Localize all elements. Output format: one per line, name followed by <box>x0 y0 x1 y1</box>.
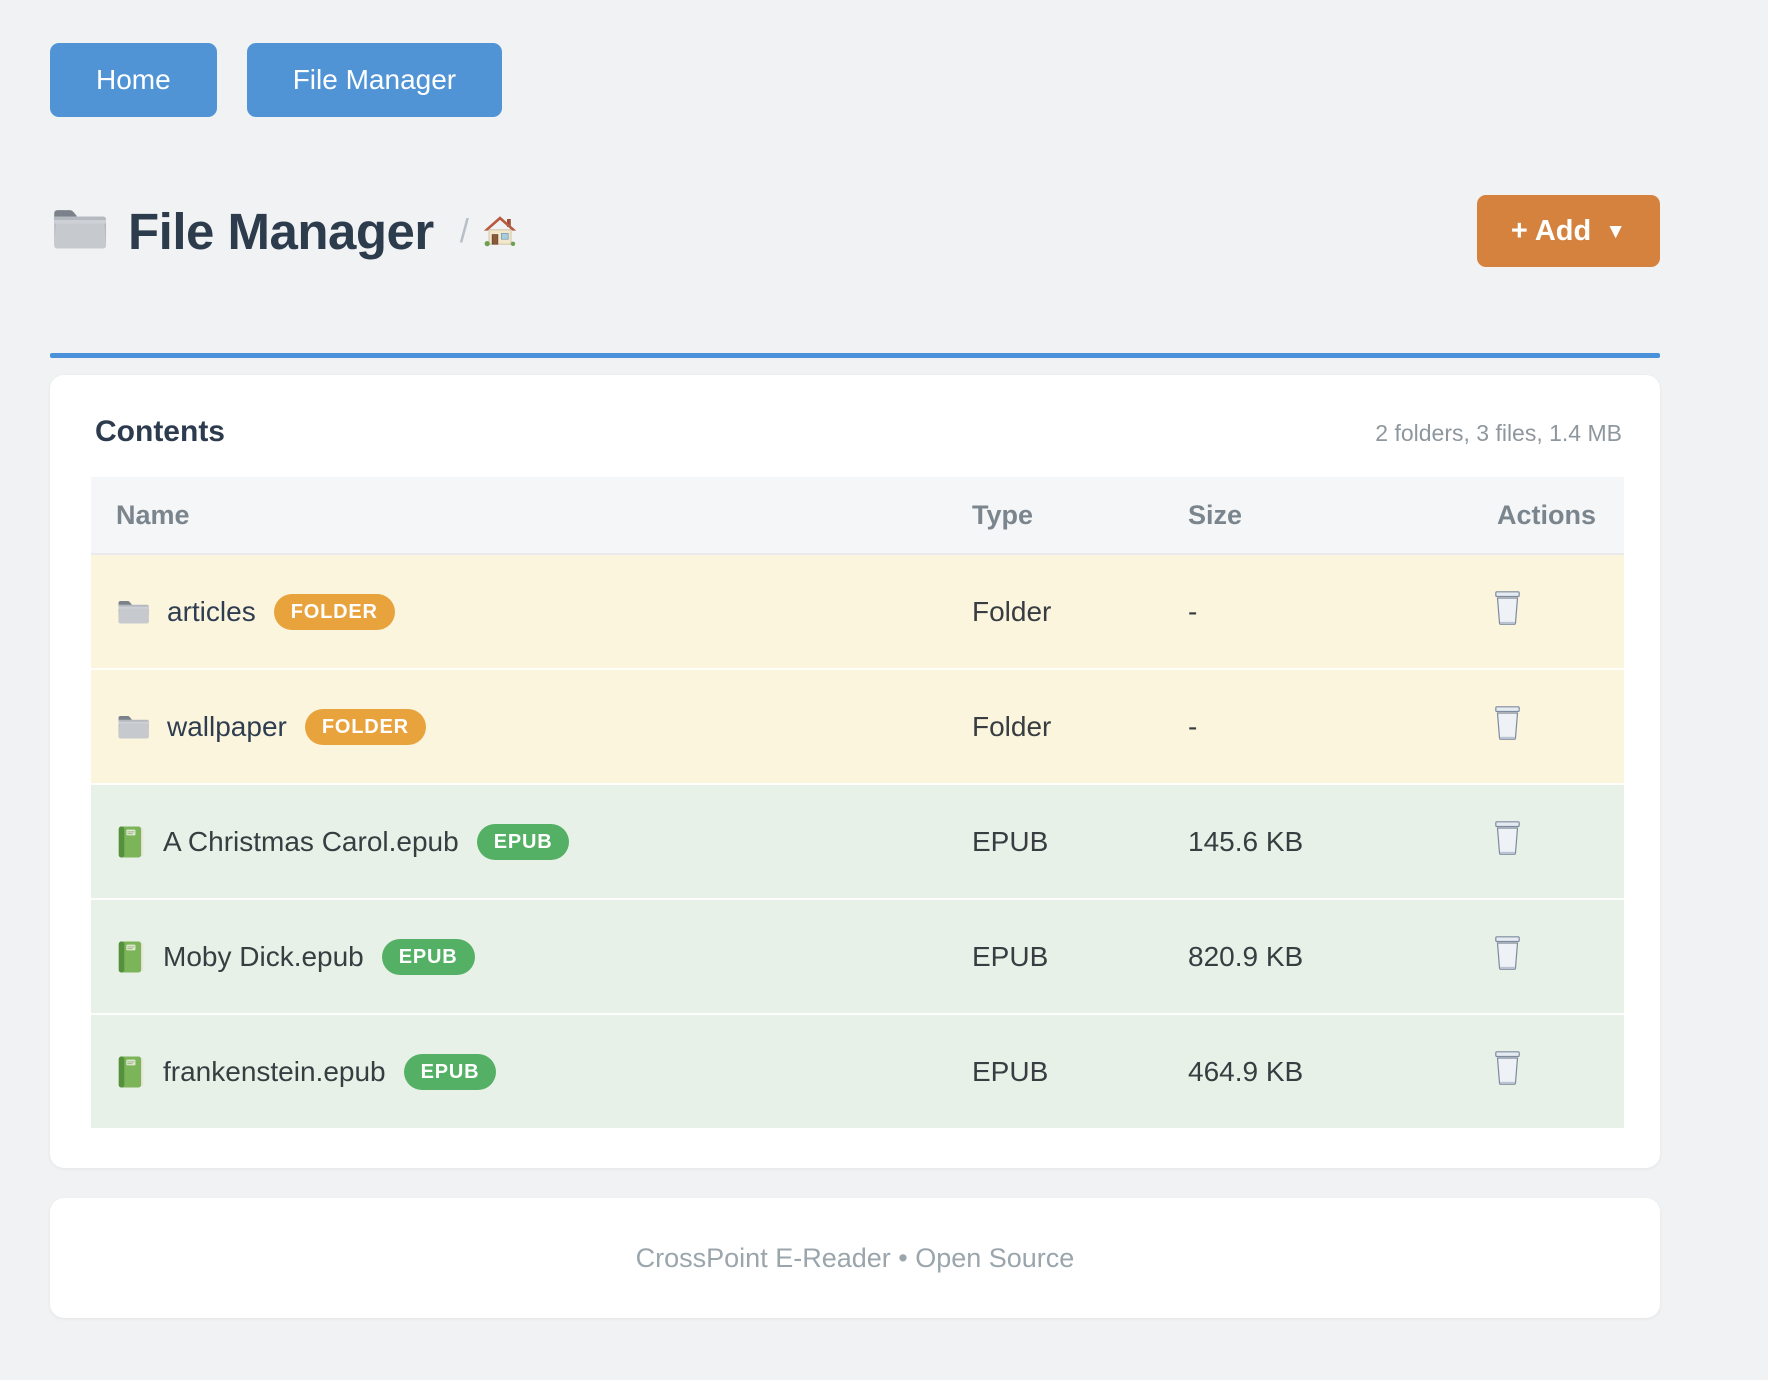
file-table: Name Type Size Actions articles FOLDER Fol… <box>91 477 1624 1128</box>
contents-card: Contents 2 folders, 3 files, 1.4 MB Name… <box>50 375 1660 1168</box>
add-button-label: + Add <box>1511 215 1591 248</box>
file-type: Folder <box>972 554 1188 669</box>
table-row: articles FOLDER Folder- <box>91 554 1624 669</box>
type-badge: EPUB <box>382 939 475 975</box>
footer: CrossPoint E-Reader • Open Source <box>50 1198 1660 1318</box>
table-row: A Christmas Carol.epubEPUBEPUB145.6 KB <box>91 784 1624 899</box>
type-badge: EPUB <box>404 1054 497 1090</box>
col-header-type: Type <box>972 477 1188 554</box>
table-row: Moby Dick.epubEPUBEPUB820.9 KB <box>91 899 1624 1014</box>
col-header-name: Name <box>91 477 972 554</box>
type-badge: FOLDER <box>274 594 395 630</box>
file-type: EPUB <box>972 1014 1188 1128</box>
delete-button[interactable] <box>1492 705 1523 741</box>
trash-icon <box>1492 844 1523 859</box>
file-name-link[interactable]: frankenstein.epub <box>163 1056 386 1088</box>
file-type: EPUB <box>972 899 1188 1014</box>
file-name-link[interactable]: articles <box>167 596 256 628</box>
trash-icon <box>1492 729 1523 744</box>
book-icon <box>116 1055 146 1089</box>
file-size: - <box>1188 554 1460 669</box>
trash-icon <box>1492 614 1523 629</box>
file-name-link[interactable]: Moby Dick.epub <box>163 941 364 973</box>
file-type: Folder <box>972 669 1188 784</box>
trash-icon <box>1492 959 1523 974</box>
delete-button[interactable] <box>1492 1050 1523 1086</box>
top-nav: Home File Manager <box>50 0 1768 117</box>
breadcrumb-separator: / <box>460 212 469 250</box>
file-manager-button[interactable]: File Manager <box>247 43 502 117</box>
delete-button[interactable] <box>1492 590 1523 626</box>
type-badge: EPUB <box>477 824 570 860</box>
footer-text: CrossPoint E-Reader • Open Source <box>636 1243 1075 1274</box>
col-header-actions: Actions <box>1460 477 1624 554</box>
add-button[interactable]: + Add ▼ <box>1477 195 1660 267</box>
folder-icon <box>116 598 150 626</box>
contents-card-header: Contents 2 folders, 3 files, 1.4 MB <box>50 415 1624 477</box>
header-rule <box>50 353 1660 358</box>
book-icon <box>116 940 146 974</box>
file-type: EPUB <box>972 784 1188 899</box>
folder-icon <box>50 205 108 258</box>
folder-icon <box>116 713 150 741</box>
table-row: wallpaper FOLDER Folder- <box>91 669 1624 784</box>
title-group: File Manager / <box>50 202 517 261</box>
table-header-row: Name Type Size Actions <box>91 477 1624 554</box>
file-size: - <box>1188 669 1460 784</box>
book-icon <box>116 825 146 859</box>
house-icon[interactable] <box>483 215 517 247</box>
table-row: frankenstein.epubEPUBEPUB464.9 KB <box>91 1014 1624 1128</box>
home-button[interactable]: Home <box>50 43 217 117</box>
file-size: 145.6 KB <box>1188 784 1460 899</box>
delete-button[interactable] <box>1492 820 1523 856</box>
file-size: 820.9 KB <box>1188 899 1460 1014</box>
page: Home File Manager File Manager / + <box>0 0 1768 1380</box>
type-badge: FOLDER <box>305 709 426 745</box>
delete-button[interactable] <box>1492 935 1523 971</box>
file-size: 464.9 KB <box>1188 1014 1460 1128</box>
file-name-link[interactable]: A Christmas Carol.epub <box>163 826 459 858</box>
page-header: File Manager / + Add ▼ <box>50 195 1660 267</box>
page-title: File Manager <box>128 202 434 261</box>
trash-icon <box>1492 1074 1523 1089</box>
contents-title: Contents <box>95 415 225 449</box>
col-header-size: Size <box>1188 477 1460 554</box>
file-name-link[interactable]: wallpaper <box>167 711 287 743</box>
contents-summary: 2 folders, 3 files, 1.4 MB <box>1375 420 1622 447</box>
caret-down-icon: ▼ <box>1605 220 1626 244</box>
